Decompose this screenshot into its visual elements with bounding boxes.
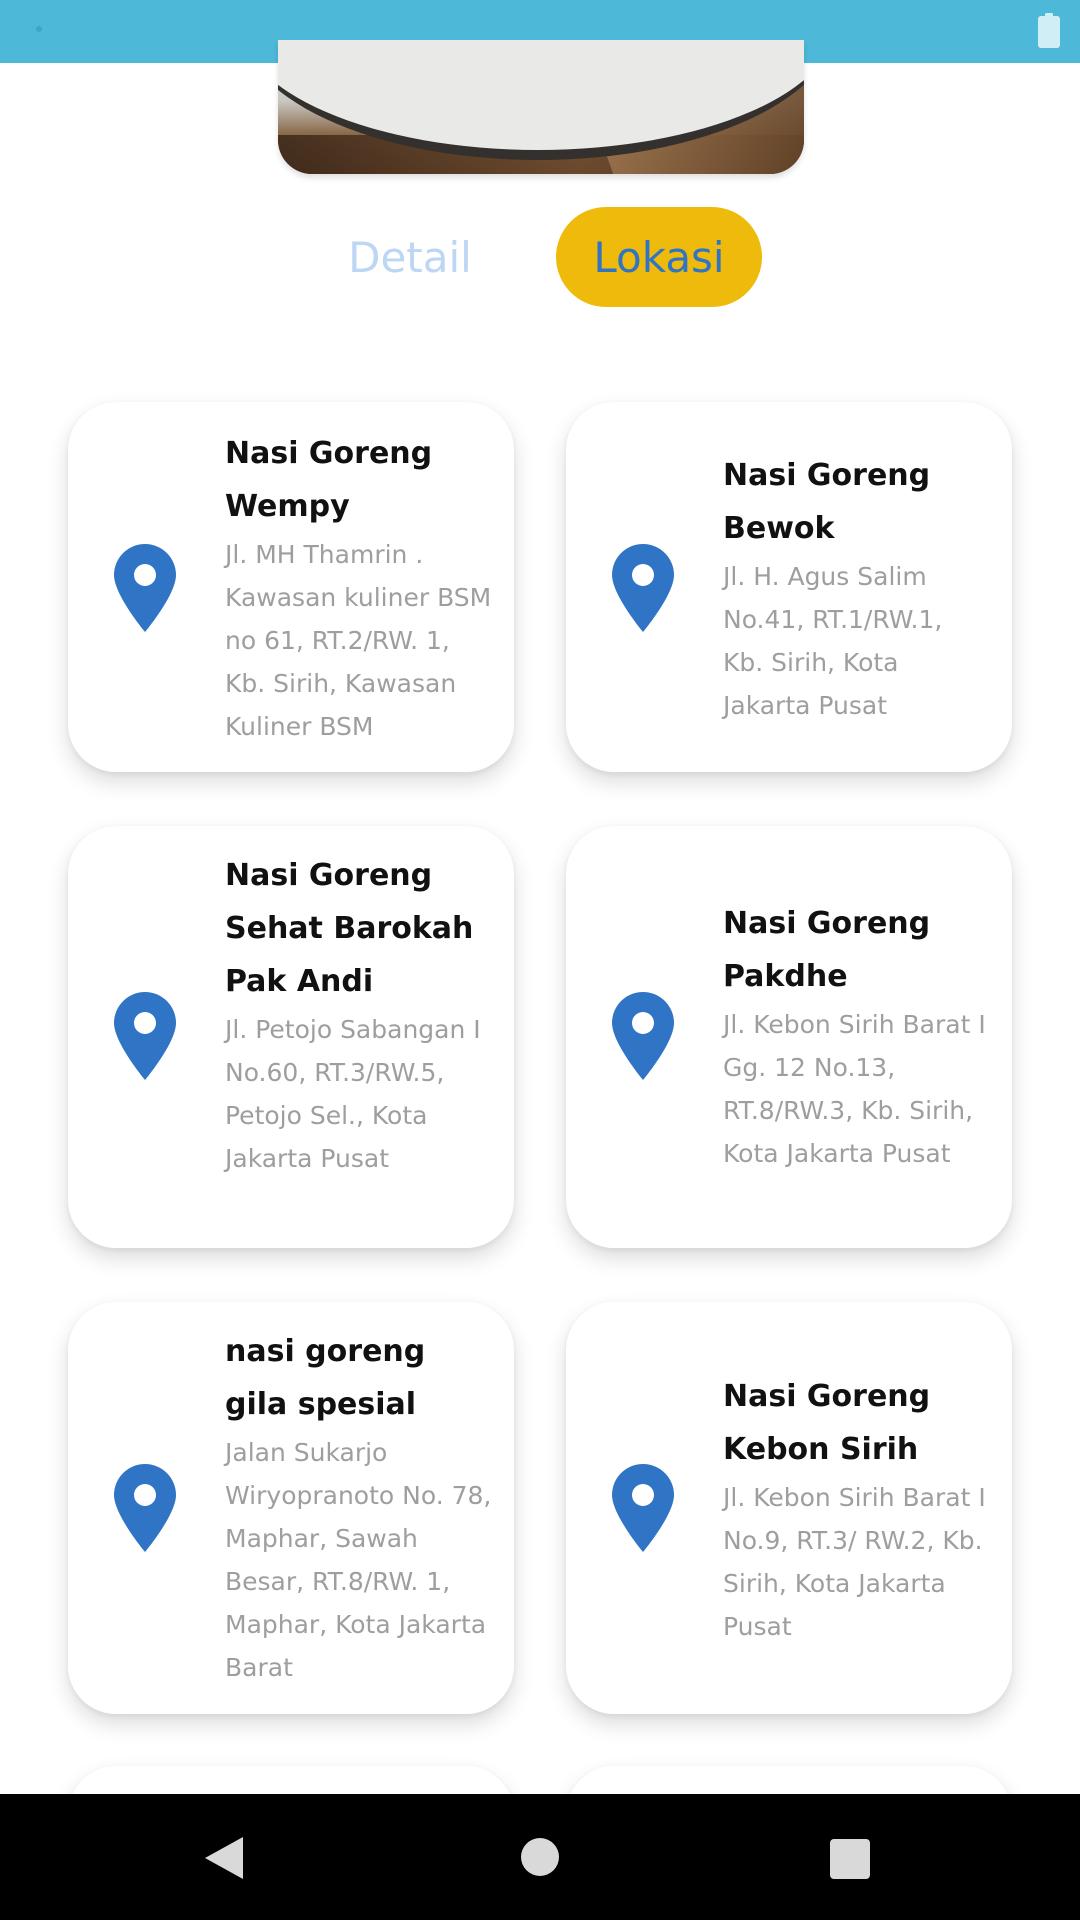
notification-dot-icon [36, 26, 42, 32]
location-name: Nasi Goreng Sehat Barokah Pak Andi [225, 858, 474, 999]
location-pin-icon [612, 1464, 674, 1552]
location-address: Jl. Kebon Sirih Barat I No.9, RT.3/ RW.2… [723, 1483, 986, 1641]
location-card[interactable]: Nasi Goreng Pakdhe Jl. Kebon Sirih Barat… [566, 826, 1012, 1248]
tab-detail[interactable]: Detail [340, 207, 480, 307]
location-pin-icon [114, 1464, 176, 1552]
location-pin-icon [612, 544, 674, 632]
tab-bar: Detail Lokasi [0, 207, 1080, 307]
location-card[interactable]: Nasi Goreng Wempy Jl. MH Thamrin . Kawas… [68, 402, 514, 772]
back-triangle-icon[interactable] [203, 1835, 245, 1881]
location-card[interactable]: Nasi Goreng Kebon Sirih Jl. Kebon Sirih … [566, 1302, 1012, 1714]
location-name: Nasi Goreng Wempy [225, 436, 433, 524]
system-nav-bar [0, 1794, 1080, 1920]
location-card[interactable]: Nasi Goreng Bewok Jl. H. Agus Salim No.4… [566, 402, 1012, 772]
location-pin-icon [114, 992, 176, 1080]
battery-icon [1038, 13, 1060, 48]
location-address: Jl. Petojo Sabangan I No.60, RT.3/RW.5, … [225, 1015, 481, 1173]
home-circle-icon[interactable] [521, 1838, 559, 1876]
location-name: Nasi Goreng Pakdhe [723, 906, 931, 994]
location-address: Jl. Kebon Sirih Barat I Gg. 12 No.13, RT… [723, 1010, 986, 1168]
tab-lokasi[interactable]: Lokasi [556, 207, 762, 307]
location-address: Jalan Sukarjo Wiryopranoto No. 78, Mapha… [225, 1438, 492, 1682]
recents-square-icon[interactable] [830, 1839, 870, 1879]
location-pin-icon [612, 992, 674, 1080]
location-address: Jl. H. Agus Salim No.41, RT.1/RW.1, Kb. … [723, 562, 943, 720]
food-photo [278, 40, 804, 174]
location-pin-icon [114, 544, 176, 632]
location-name: Nasi Goreng Kebon Sirih [723, 1379, 931, 1467]
location-name: Nasi Goreng Bewok [723, 458, 931, 546]
location-name: nasi goreng gila spesial [225, 1334, 426, 1422]
location-address: Jl. MH Thamrin . Kawasan kuliner BSM no … [225, 540, 492, 741]
location-card[interactable]: nasi goreng gila spesial Jalan Sukarjo W… [68, 1302, 514, 1714]
location-card[interactable]: Nasi Goreng Sehat Barokah Pak Andi Jl. P… [68, 826, 514, 1248]
